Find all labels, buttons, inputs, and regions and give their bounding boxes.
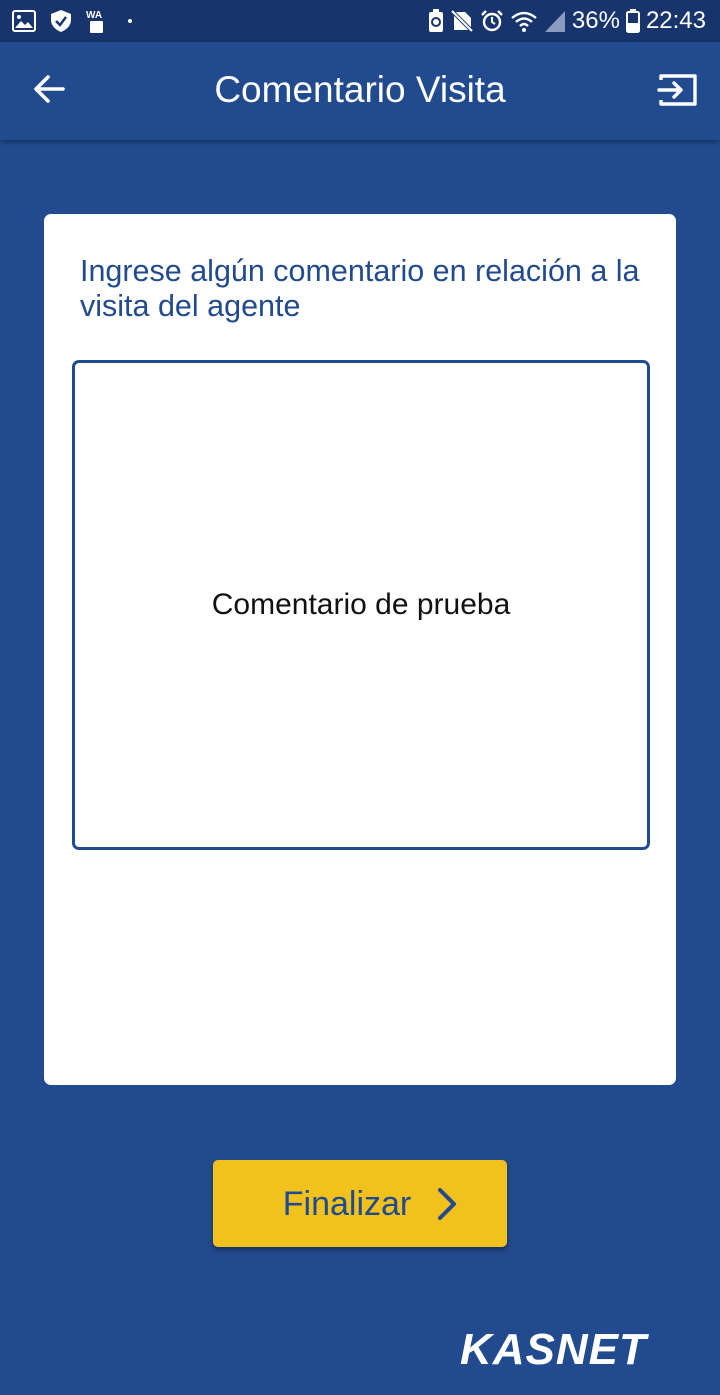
logout-icon bbox=[657, 72, 699, 113]
finalize-button[interactable]: Finalizar bbox=[213, 1160, 507, 1247]
svg-text:WA: WA bbox=[86, 10, 102, 21]
alarm-icon bbox=[480, 9, 504, 33]
comment-prompt: Ingrese algún comentario en relación a l… bbox=[80, 254, 640, 323]
kasnet-logo: KASNET bbox=[456, 1326, 692, 1370]
battery-saver-icon bbox=[428, 9, 444, 33]
comment-value: Comentario de prueba bbox=[211, 588, 511, 621]
notification-dot bbox=[128, 19, 132, 23]
app-bar: Comentario Visita bbox=[0, 42, 720, 140]
battery-percent: 36% bbox=[571, 7, 620, 34]
status-bar: WA 36% 22:43 bbox=[0, 0, 720, 42]
whatsapp-icon: WA bbox=[86, 8, 108, 34]
logout-button[interactable] bbox=[654, 68, 702, 116]
gallery-icon bbox=[12, 10, 36, 32]
logo-text: KASNET bbox=[460, 1326, 649, 1370]
battery-icon bbox=[625, 9, 640, 33]
chevron-right-icon bbox=[437, 1187, 457, 1221]
wifi-icon bbox=[510, 9, 538, 33]
no-sim-icon bbox=[450, 9, 474, 33]
status-bar-left: WA bbox=[12, 8, 132, 34]
clock: 22:43 bbox=[645, 7, 706, 34]
shield-icon bbox=[50, 9, 72, 33]
comment-textarea[interactable]: Comentario de prueba bbox=[72, 360, 650, 850]
comment-card: Ingrese algún comentario en relación a l… bbox=[44, 214, 676, 1085]
finalize-label: Finalizar bbox=[282, 1184, 412, 1223]
signal-icon bbox=[544, 9, 566, 33]
page-title: Comentario Visita bbox=[214, 69, 506, 110]
status-bar-right: 36% 22:43 bbox=[428, 6, 706, 36]
